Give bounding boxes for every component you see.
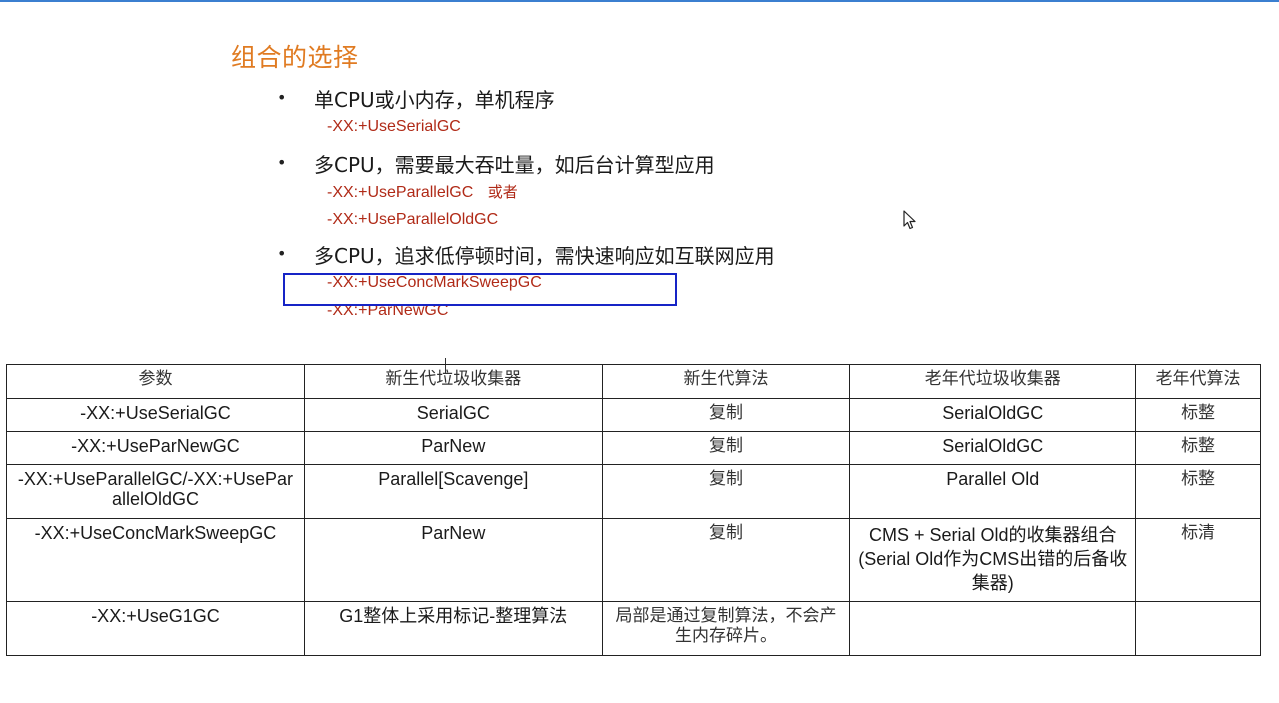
table-row: -XX:+UseParNewGC ParNew 复制 SerialOldGC 标… [6,431,1261,465]
jvm-option: -XX:+UseParallelOldGC [277,207,977,235]
table-cell: G1整体上采用标记-整理算法 [303,601,603,656]
table-cell: 标清 [1135,518,1261,602]
jvm-option: -XX:+UseParallelGC 或者 [277,179,977,207]
bullet-dot-icon: • [277,244,287,263]
table-cell: 标整 [1135,431,1261,465]
bullet-text: 单CPU或小内存，单机程序 [314,88,555,112]
table-cell: CMS + Serial Old的收集器组合 (Serial Old作为CMS出… [849,518,1137,602]
header-young-algorithm: 新生代算法 [601,364,851,399]
table-cell [1135,601,1261,656]
table-cell: ParNew [303,518,603,602]
table-cell: Parallel Old [849,464,1137,519]
bullet-dot-icon: • [277,153,287,172]
table-cell: 复制 [601,518,851,602]
table-cell: -XX:+UseSerialGC [6,398,305,432]
bullet-text: 多CPU，需要最大吞吐量，如后台计算型应用 [314,153,715,177]
table-header-row: 参数 新生代垃圾收集器 新生代算法 老年代垃圾收集器 老年代算法 [6,364,1261,399]
bullet-item: • 多CPU，追求低停顿时间，需快速响应如互联网应用 [277,240,977,270]
highlight-box [283,273,677,306]
table-cell: -XX:+UseParNewGC [6,431,305,465]
slide-title: 组合的选择 [231,43,359,72]
mouse-pointer-icon [903,210,916,230]
table-cell: -XX:+UseG1GC [6,601,305,656]
jvm-option-text: -XX:+UseParallelOldGC [327,211,499,228]
jvm-option-text: -XX:+UseParallelGC [327,184,474,201]
table-cell: SerialGC [303,398,603,432]
slide: 组合的选择 • 单CPU或小内存，单机程序 -XX:+UseSerialGC •… [0,2,1279,703]
header-old-collector: 老年代垃圾收集器 [849,364,1137,399]
table-row: -XX:+UseParallelGC/-XX:+UseParallelOldGC… [6,464,1261,519]
table-row: -XX:+UseConcMarkSweepGC ParNew 复制 CMS + … [6,518,1261,602]
table-row: -XX:+UseG1GC G1整体上采用标记-整理算法 局部是通过复制算法，不会… [6,601,1261,656]
table-cell: 复制 [601,398,851,432]
table-cell: 标整 [1135,464,1261,519]
table-cell: SerialOldGC [849,398,1137,432]
jvm-option-text: -XX:+UseSerialGC [327,118,461,135]
table-cell: 复制 [601,464,851,519]
table-cell: 局部是通过复制算法，不会产生内存碎片。 [601,601,851,656]
jvm-option: -XX:+UseSerialGC [277,114,977,142]
header-young-collector: 新生代垃圾收集器 [303,364,603,399]
table-cell: Parallel[Scavenge] [303,464,603,519]
header-param: 参数 [6,364,305,399]
table-cell [849,601,1137,656]
table-cell: SerialOldGC [849,431,1137,465]
table-row: -XX:+UseSerialGC SerialGC 复制 SerialOldGC… [6,398,1261,432]
bullet-dot-icon: • [277,88,287,107]
table-cell: 标整 [1135,398,1261,432]
table-cell: -XX:+UseParallelGC/-XX:+UseParallelOldGC [6,464,305,519]
header-old-algorithm: 老年代算法 [1135,364,1261,399]
bullet-item: • 多CPU，需要最大吞吐量，如后台计算型应用 [277,149,977,179]
table-cell: 复制 [601,431,851,465]
gc-combination-table: 参数 新生代垃圾收集器 新生代算法 老年代垃圾收集器 老年代算法 -XX:+Us… [6,364,1261,656]
table-cell: ParNew [303,431,603,465]
bullet-text: 多CPU，追求低停顿时间，需快速响应如互联网应用 [314,244,775,268]
table-cell: -XX:+UseConcMarkSweepGC [6,518,305,602]
bullet-item: • 单CPU或小内存，单机程序 [277,84,977,114]
jvm-option-suffix: 或者 [487,183,518,201]
